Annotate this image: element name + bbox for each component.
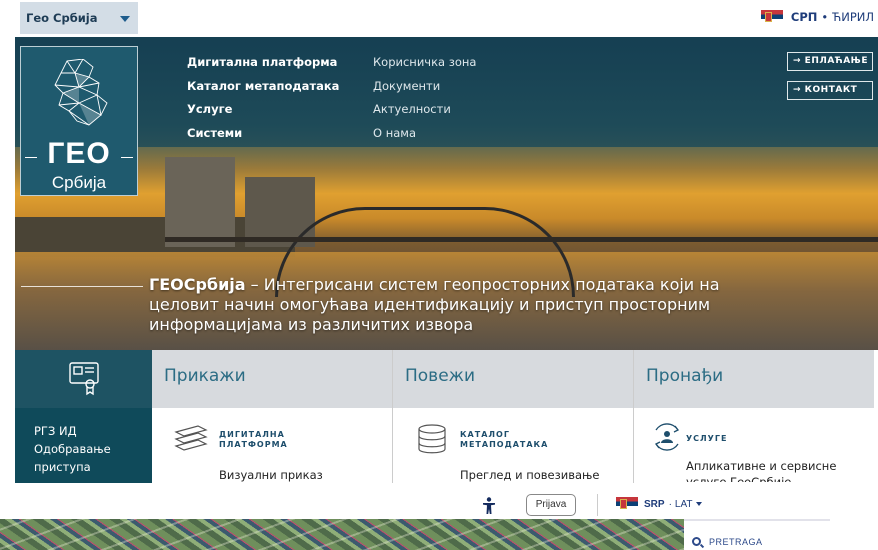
id-panel-links: РГЗ ИД Одобравање приступа [34, 422, 111, 476]
accessibility-icon[interactable] [482, 497, 496, 520]
column-connect[interactable]: Повежи КАТАЛОГ МЕТАПОДАТАКА Преглед и пов… [393, 350, 634, 483]
access-approval-link-cont[interactable]: приступа [34, 458, 111, 476]
rgz-id-panel: РГЗ ИД Одобравање приступа [15, 350, 152, 483]
nav-systems[interactable]: Системи [187, 122, 339, 146]
rgz-id-link[interactable]: РГЗ ИД [34, 422, 111, 440]
top-bar: Гео Србија СРП • ЋИРИЛ [0, 0, 878, 37]
lang-option-srp[interactable]: SRP [644, 499, 665, 510]
login-button[interactable]: Prijava [526, 494, 576, 516]
tower-building [165, 157, 235, 247]
search-icon [692, 537, 701, 546]
chevron-down-icon [120, 16, 130, 22]
column-title-line2: ПЛАТФОРМА [219, 440, 288, 449]
map-background [0, 519, 684, 550]
serbia-flag-icon [616, 497, 638, 511]
hero-brand: ГЕОСрбија [149, 275, 246, 294]
geosrbija-logo[interactable]: ГЕО Србија [20, 46, 138, 196]
bridge-deck [165, 237, 878, 242]
logo-text-srbija: Србија [51, 173, 107, 192]
nav-user-zone[interactable]: Корисничка зона [373, 51, 476, 75]
hero-banner: ГЕО Србија Дигитална платформа Каталог м… [15, 37, 878, 350]
database-icon [418, 424, 446, 454]
lang-separator: • [821, 10, 829, 24]
hero-divider [21, 286, 143, 287]
nav-digital-platform[interactable]: Дигитална платформа [187, 51, 339, 75]
column-description: Преглед и повезивање [460, 468, 600, 482]
column-heading: Пронађи [634, 350, 874, 408]
logo-text-geo: ГЕО [21, 137, 137, 171]
divider [597, 494, 598, 516]
lang-option-srp[interactable]: СРП [791, 10, 818, 24]
column-description: Апликативне и сервисне услуге ГеоСрбије [686, 459, 837, 482]
language-switcher: СРП • ЋИРИЛ [760, 10, 874, 24]
lang-separator: · [668, 498, 672, 510]
nav-services[interactable]: Услуге [187, 98, 339, 122]
serbia-flag-icon [760, 10, 783, 24]
epayment-button[interactable]: → ЕПЛАЋАЊЕ [787, 52, 873, 71]
site-selector[interactable]: Гео Србија [20, 2, 138, 34]
column-display[interactable]: Прикажи ДИГИТАЛНА ПЛАТФОРМА Визуални прик… [152, 350, 393, 483]
primary-nav: Дигитална платформа Каталог метаподатака… [187, 51, 339, 145]
column-title-line1: ДИГИТАЛНА [219, 430, 285, 439]
column-title: ДИГИТАЛНА ПЛАТФОРМА [219, 430, 288, 450]
column-title: КАТАЛОГ МЕТАПОДАТАКА [460, 430, 548, 450]
secondary-nav: Корисничка зона Документи Актуелности О … [373, 51, 476, 145]
nav-about[interactable]: О нама [373, 122, 476, 146]
hero-tagline: ГЕОСрбија – Интегрисани систем геопросто… [149, 275, 749, 335]
column-heading: Прикажи [152, 350, 392, 408]
nav-news[interactable]: Актуелности [373, 98, 476, 122]
id-icon-area [15, 350, 152, 408]
user-services-icon [655, 423, 679, 451]
column-title-line1: КАТАЛОГ [460, 430, 510, 439]
nav-documents[interactable]: Документи [373, 75, 476, 99]
language-switcher-bottom: SRP · LAT [616, 497, 702, 511]
column-title: УСЛУГЕ [686, 434, 728, 443]
site-selector-label: Гео Србија [26, 11, 98, 25]
nav-metadata-catalog[interactable]: Каталог метаподатака [187, 75, 339, 99]
access-approval-link[interactable]: Одобравање [34, 440, 111, 458]
column-find[interactable]: Пронађи УСЛУГЕ Апликативне и сервисне ус… [634, 350, 874, 483]
id-card-certificate-icon [69, 362, 99, 396]
column-description: Визуални приказ [219, 468, 323, 482]
search-area: PRETRAGA [684, 519, 830, 550]
serbia-map-icon [54, 59, 108, 126]
search-label: PRETRAGA [709, 537, 763, 547]
column-heading: Повежи [393, 350, 633, 408]
column-title-line2: МЕТАПОДАТАКА [460, 440, 549, 449]
layers-icon [174, 425, 208, 451]
lang-option-cyrillic[interactable]: ЋИРИЛ [832, 10, 874, 24]
lang-option-latin[interactable]: LAT [675, 499, 702, 510]
search-button[interactable]: PRETRAGA [692, 537, 763, 547]
secondary-header: Prijava SRP · LAT [0, 483, 878, 523]
contact-button[interactable]: → КОНТАКТ [787, 81, 873, 100]
